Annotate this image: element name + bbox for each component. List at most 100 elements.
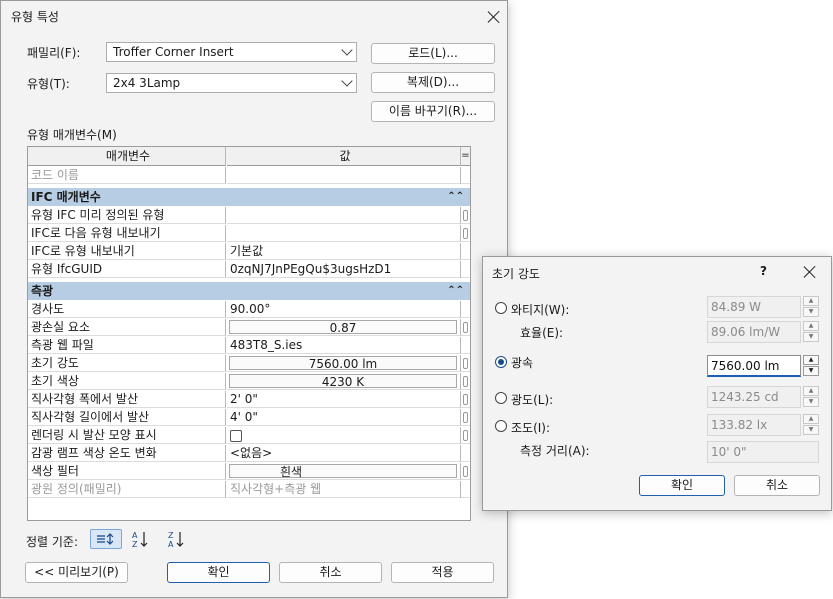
header-param[interactable]: 매개변수 (28, 147, 226, 166)
header-eq[interactable]: = (460, 147, 470, 166)
intensity-label: 광도(L): (511, 393, 554, 407)
initial-intensity-button[interactable]: 7560.00 lm (229, 356, 457, 371)
color-filter-button[interactable]: 흰색 (229, 464, 457, 479)
initial-intensity-dialog: 초기 강도 ? 와티지(W): 84.89 W ▲ ▼ 효율(E): 89.06 … (482, 256, 832, 511)
collapse-icon[interactable]: ⌃⌃ (447, 188, 464, 206)
table-row[interactable]: 광원 정의(패밀리) 직사각형+측광 웹 (28, 481, 470, 499)
formula-cell[interactable] (460, 243, 470, 260)
param-value[interactable] (227, 167, 460, 184)
table-row[interactable]: 초기 색상 4230 K (28, 373, 470, 391)
formula-button-icon[interactable] (463, 412, 468, 423)
flux-radio[interactable] (495, 356, 507, 368)
formula-cell[interactable] (460, 319, 470, 336)
illuminance-radio[interactable] (495, 420, 507, 432)
param-value-cell: 4230 K (227, 373, 460, 390)
preview-button[interactable]: << 미리보기(P) (25, 562, 128, 583)
param-value[interactable]: 2' 0" (227, 391, 460, 408)
table-row[interactable]: 초기 강도 7560.00 lm (28, 355, 470, 373)
param-value[interactable] (227, 207, 460, 224)
table-row[interactable]: 직사각형 폭에서 발산 2' 0" (28, 391, 470, 409)
param-value-button[interactable]: 0.87 (229, 320, 457, 335)
intensity-radio[interactable] (495, 392, 507, 404)
type-label: 유형(T): (27, 77, 70, 91)
load-button[interactable]: 로드(L)... (371, 43, 495, 64)
formula-cell[interactable] (460, 391, 470, 408)
formula-cell[interactable] (460, 463, 470, 480)
family-label: 패밀리(F): (27, 46, 81, 60)
formula-cell[interactable] (460, 337, 470, 354)
param-value-cell: 7560.00 lm (227, 355, 460, 372)
table-row[interactable]: 유형 IFC 미리 정의된 유형 (28, 207, 470, 225)
formula-button-icon[interactable] (463, 210, 468, 221)
collapse-icon[interactable]: ⌃⌃ (447, 282, 464, 300)
initial-color-button[interactable]: 4230 K (229, 374, 457, 389)
formula-cell[interactable] (460, 167, 470, 184)
table-row[interactable]: IFC로 유형 내보내기 기본값 (28, 243, 470, 261)
sort-ascending-button[interactable]: A Z (129, 529, 151, 549)
formula-button-icon[interactable] (463, 228, 468, 239)
param-value[interactable]: 기본값 (227, 243, 460, 260)
intensity-ok-button[interactable]: 확인 (639, 475, 725, 496)
wattage-label: 와티지(W): (511, 303, 570, 317)
table-row[interactable]: IFC로 다음 유형 내보내기 (28, 225, 470, 243)
chevron-down-icon (341, 75, 353, 87)
show-shape-checkbox[interactable] (230, 430, 242, 442)
rename-button[interactable]: 이름 바꾸기(R)... (371, 101, 495, 122)
formula-cell[interactable] (460, 225, 470, 242)
sort-by-group-button[interactable] (90, 529, 122, 549)
close-icon[interactable] (487, 10, 501, 24)
table-row[interactable]: 유형 IfcGUID 0zqNJ7JnPEgQu$3ugsHzD1 (28, 261, 470, 279)
chevron-down-icon (341, 44, 353, 56)
param-value[interactable]: 4' 0" (227, 409, 460, 426)
formula-button-icon[interactable] (463, 322, 468, 333)
table-row[interactable]: 경사도 90.00° (28, 301, 470, 319)
formula-button-icon[interactable] (463, 376, 468, 387)
formula-cell[interactable] (460, 427, 470, 444)
table-row[interactable]: 감광 램프 색상 온도 변화 <없음> (28, 445, 470, 463)
duplicate-button[interactable]: 복제(D)... (371, 72, 495, 93)
help-icon[interactable]: ? (760, 264, 767, 278)
param-value[interactable]: <없음> (227, 445, 460, 462)
formula-cell[interactable] (460, 373, 470, 390)
table-row[interactable]: 코드 이름 (28, 167, 470, 185)
param-value[interactable]: 0zqNJ7JnPEgQu$3ugsHzD1 (227, 261, 460, 278)
table-row[interactable]: 색상 필터 흰색 (28, 463, 470, 481)
flux-input[interactable]: 7560.00 lm ▲ ▼ (707, 355, 819, 377)
formula-cell[interactable] (460, 355, 470, 372)
formula-button-icon[interactable] (463, 394, 468, 405)
cancel-button[interactable]: 취소 (279, 562, 382, 583)
sort-label: 정렬 기준: (26, 535, 79, 549)
apply-button[interactable]: 적용 (391, 562, 494, 583)
flux-value[interactable]: 7560.00 lm (707, 355, 801, 377)
table-row[interactable]: 렌더링 시 발산 모양 표시 (28, 427, 470, 445)
table-row[interactable]: 측광 웹 파일 483T8_S.ies (28, 337, 470, 355)
formula-cell[interactable] (460, 261, 470, 278)
dialog-title: 유형 특성 (11, 10, 59, 24)
close-icon[interactable] (803, 265, 817, 279)
type-dropdown[interactable]: 2x4 3Lamp (106, 73, 357, 93)
header-value[interactable]: 값 (227, 147, 460, 166)
group-ifc[interactable]: IFC 매개변수 ⌃⌃ (28, 188, 470, 206)
param-name: 감광 램프 색상 온도 변화 (28, 445, 226, 462)
formula-cell[interactable] (460, 445, 470, 462)
spin-arrows-icon: ▲ ▼ (803, 321, 819, 343)
formula-button-icon[interactable] (463, 466, 468, 477)
formula-cell[interactable] (460, 207, 470, 224)
family-dropdown[interactable]: Troffer Corner Insert (106, 42, 357, 62)
spin-arrows-icon[interactable]: ▲ ▼ (803, 355, 819, 377)
wattage-radio[interactable] (495, 302, 507, 314)
group-photometric[interactable]: 측광 ⌃⌃ (28, 282, 470, 300)
param-value[interactable] (227, 225, 460, 242)
formula-cell[interactable] (460, 301, 470, 318)
formula-button-icon[interactable] (463, 358, 468, 369)
formula-cell[interactable] (460, 409, 470, 426)
spin-arrows-icon: ▲ ▼ (803, 296, 819, 318)
param-value[interactable]: 90.00° (227, 301, 460, 318)
table-row[interactable]: 직사각형 길이에서 발산 4' 0" (28, 409, 470, 427)
sort-descending-button[interactable]: Z A (165, 529, 187, 549)
intensity-cancel-button[interactable]: 취소 (734, 475, 820, 496)
table-row[interactable]: 광손실 요소 0.87 (28, 319, 470, 337)
ok-button[interactable]: 확인 (167, 562, 270, 583)
formula-button-icon[interactable] (463, 430, 468, 441)
param-value[interactable]: 483T8_S.ies (227, 337, 460, 354)
